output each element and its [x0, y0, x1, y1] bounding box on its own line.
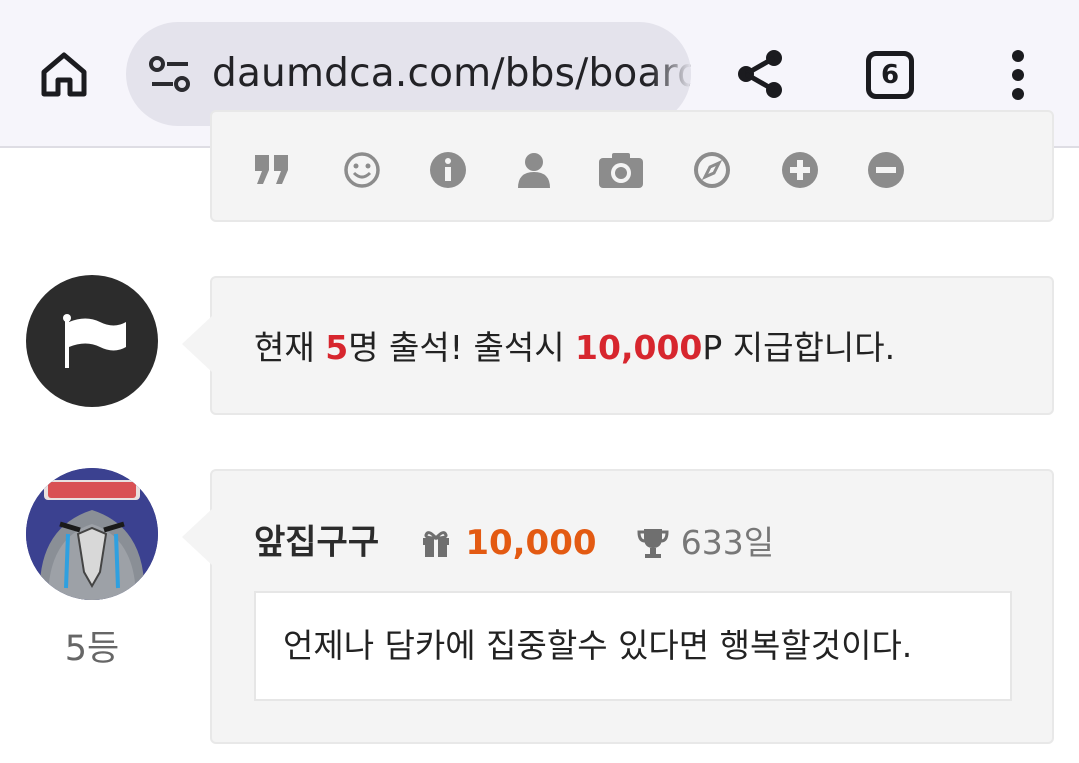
attendance-count: 5 [325, 328, 349, 367]
quote-icon[interactable] [252, 150, 292, 190]
post-bubble: 앞집구구 10,000 633일 언제나 담카에 집중할수 있다면 행복할것이다… [182, 469, 1054, 744]
bubble-tail [182, 509, 212, 565]
camera-icon[interactable] [598, 150, 644, 190]
trophy-icon [637, 528, 669, 558]
more-vert-icon-dot [1012, 50, 1024, 62]
minus-icon[interactable] [866, 150, 906, 190]
bubble-tail [182, 316, 212, 372]
penguin-avatar-image [26, 468, 158, 600]
site-settings-icon[interactable] [148, 55, 192, 93]
attendance-bubble: 현재 5명 출석! 출석시 10,000P 지급합니다. [182, 276, 1054, 417]
home-icon [41, 52, 87, 97]
share-button[interactable] [732, 46, 788, 102]
attendance-prefix: 현재 [254, 328, 326, 367]
more-vert-icon-dot [1012, 88, 1024, 100]
attendance-mid: 명 출석! 출석시 [348, 328, 576, 367]
attendance-days: 633일 [680, 522, 775, 562]
person-icon[interactable] [514, 150, 554, 190]
home-button[interactable] [36, 46, 92, 102]
attendance-text: 현재 5명 출석! 출석시 10,000P 지급합니다. [254, 278, 895, 417]
post-message: 언제나 담카에 집중할수 있다면 행복할것이다. [283, 626, 913, 665]
tab-switcher-button[interactable]: 6 [866, 51, 914, 99]
user-rank: 5등 [64, 629, 120, 669]
user-avatar[interactable] [26, 468, 158, 600]
user-nickname[interactable]: 앞집구구 [254, 523, 379, 563]
info-icon[interactable] [428, 150, 468, 190]
emoji-icon[interactable] [342, 150, 382, 190]
flag-icon [63, 314, 126, 368]
attendance-suffix: P 지급합니다. [702, 328, 896, 367]
post-message-box: 언제나 담카에 집중할수 있다면 행복할것이다. [254, 591, 1012, 701]
gift-icon [423, 530, 450, 557]
post-header: 앞집구구 10,000 633일 [254, 519, 774, 565]
attendance-flag-avatar [26, 275, 158, 407]
user-points: 10,000 [465, 522, 597, 563]
share-icon [738, 50, 782, 98]
compass-icon[interactable] [692, 150, 732, 190]
more-vert-icon-dot [1012, 69, 1024, 81]
attendance-points: 10,000 [575, 328, 703, 367]
tab-count: 6 [880, 60, 900, 90]
plus-icon[interactable] [780, 150, 820, 190]
more-menu-button[interactable] [1004, 50, 1032, 100]
